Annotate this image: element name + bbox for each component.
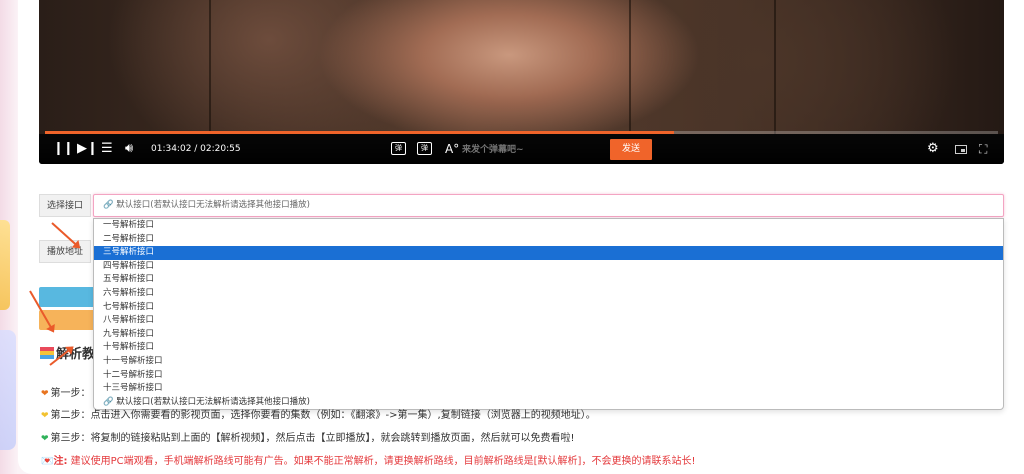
dropdown-option[interactable]: 二号解析接口 bbox=[94, 233, 1003, 247]
dropdown-option[interactable]: 十二号解析接口 bbox=[94, 369, 1003, 383]
heart-icon: ❤ bbox=[41, 389, 49, 399]
dropdown-option[interactable]: 六号解析接口 bbox=[94, 287, 1003, 301]
dropdown-option[interactable]: 三号解析接口 bbox=[94, 246, 1003, 260]
heart-mail-icon: 💌 bbox=[41, 456, 54, 467]
interface-dropdown[interactable]: 一号解析接口 二号解析接口 三号解析接口 四号解析接口 五号解析接口 六号解析接口 七号解析… bbox=[93, 218, 1004, 410]
step-1: ❤ 第一步： bbox=[41, 388, 91, 399]
video-shading bbox=[774, 0, 776, 134]
interface-label: 选择接口 bbox=[39, 194, 91, 217]
pip-icon[interactable] bbox=[955, 145, 967, 154]
danmaku-font-icon[interactable]: A° bbox=[445, 134, 459, 164]
video-player[interactable]: ❙❙ ▶❙ ☰ 🔊︎ 01:34:02 / 02:20:55 弹 弹 A° 发送… bbox=[39, 0, 1004, 164]
side-decoration bbox=[0, 330, 16, 450]
heart-icon: ❤ bbox=[41, 411, 49, 421]
step-2: ❤ 第二步：点击进入你需要看的影视页面，选择你要看的集数（例如：《翻滚》->第一集… bbox=[41, 410, 596, 421]
video-frame[interactable] bbox=[39, 0, 1004, 134]
interface-select[interactable]: 🔗 默认接口(若默认接口无法解析请选择其他接口播放) bbox=[93, 194, 1004, 217]
dropdown-option[interactable]: 十三号解析接口 bbox=[94, 382, 1003, 396]
danmaku-send-button[interactable]: 发送 bbox=[610, 139, 652, 160]
dropdown-option[interactable]: 七号解析接口 bbox=[94, 301, 1003, 315]
dropdown-option[interactable]: 五号解析接口 bbox=[94, 273, 1003, 287]
note-text: 💌注: 建议使用PC端观看，手机端解析路线可能有广告。如果不能正常解析，请更换解… bbox=[41, 456, 696, 467]
heart-icon: ❤ bbox=[41, 434, 49, 444]
dropdown-option[interactable]: 一号解析接口 bbox=[94, 219, 1003, 233]
danmaku-setting-icon[interactable]: 弹 bbox=[417, 142, 432, 155]
dropdown-option[interactable]: 十一号解析接口 bbox=[94, 355, 1003, 369]
step-3: ❤ 第三步：将复制的链接粘贴到上面的【解析视频】，然后点击【立即播放】，就会跳转到… bbox=[41, 433, 575, 444]
dropdown-option[interactable]: 四号解析接口 bbox=[94, 260, 1003, 274]
time-display: 01:34:02 / 02:20:55 bbox=[151, 144, 241, 154]
next-icon[interactable]: ▶❙ bbox=[77, 134, 98, 164]
volume-icon[interactable]: 🔊︎ bbox=[125, 134, 133, 164]
side-decoration bbox=[0, 220, 10, 310]
player-controls: ❙❙ ▶❙ ☰ 🔊︎ 01:34:02 / 02:20:55 弹 弹 A° 发送… bbox=[39, 134, 1004, 164]
pause-icon[interactable]: ❙❙ bbox=[53, 134, 74, 164]
rainbow-icon bbox=[40, 347, 54, 359]
dropdown-option[interactable]: 九号解析接口 bbox=[94, 328, 1003, 342]
danmaku-input[interactable] bbox=[460, 139, 610, 160]
dropdown-option[interactable]: 十号解析接口 bbox=[94, 341, 1003, 355]
playlist-icon[interactable]: ☰ bbox=[101, 134, 113, 164]
video-shading bbox=[629, 0, 631, 134]
video-shading bbox=[209, 0, 211, 134]
fullscreen-icon[interactable]: ⛶ bbox=[979, 134, 987, 164]
dropdown-option[interactable]: 八号解析接口 bbox=[94, 314, 1003, 328]
gear-icon[interactable]: ⚙ bbox=[927, 134, 939, 164]
danmaku-toggle-icon[interactable]: 弹 bbox=[391, 142, 406, 155]
